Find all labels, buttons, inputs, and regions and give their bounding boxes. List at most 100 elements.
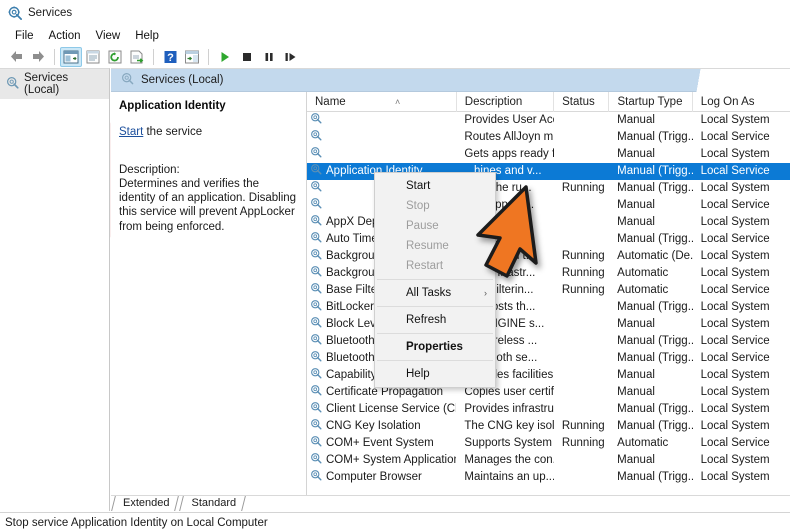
column-header-startup-type[interactable]: Startup Type — [609, 92, 693, 112]
cell-log-on-as: Local System — [700, 386, 770, 398]
ctx-start[interactable]: Start — [375, 176, 495, 196]
results-pane-title: Services (Local) — [141, 74, 224, 86]
service-gear-icon — [310, 316, 322, 333]
cell-startup-type: Manual — [617, 369, 655, 381]
table-row[interactable]: Computer Browser Maintains an up... Manual… — [307, 469, 790, 486]
service-gear-icon — [310, 418, 322, 435]
services-gear-icon — [8, 6, 22, 20]
cell-status — [554, 163, 609, 180]
refresh-icon[interactable] — [104, 47, 126, 67]
restart-service-icon[interactable] — [280, 47, 302, 67]
back-icon[interactable] — [5, 47, 27, 67]
table-row[interactable]: COM+ Event System Supports System ... Runn… — [307, 435, 790, 452]
cell-status — [554, 401, 609, 418]
column-header-status[interactable]: Status — [554, 92, 610, 112]
cell-status — [554, 112, 609, 129]
ctx-pause: Pause — [375, 216, 495, 236]
cell-status: Running — [561, 420, 605, 432]
cell-log-on-as: Local Service — [700, 284, 770, 296]
toolbar: ? — [0, 45, 790, 68]
cell-description: Provides infrastru... — [464, 403, 554, 415]
tab-standard[interactable]: Standard — [179, 496, 246, 511]
cell-startup-type: Manual (Trigg... — [617, 352, 693, 364]
context-menu-separator — [377, 360, 493, 361]
table-row[interactable]: CNG Key Isolation The CNG key isol... Runn… — [307, 418, 790, 435]
ctx-refresh[interactable]: Refresh — [375, 310, 495, 330]
cell-log-on-as: Local System — [700, 403, 770, 415]
tab-extended[interactable]: Extended — [111, 496, 179, 511]
cell-status — [554, 333, 609, 350]
properties-icon[interactable] — [82, 47, 104, 67]
service-name-label: Client License Service (ClipSV... — [326, 403, 456, 415]
cell-status — [554, 367, 609, 384]
menu-action[interactable]: Action — [42, 28, 89, 44]
services-window: riskware.com Services File Action View H… — [0, 0, 790, 532]
cell-log-on-as: Local System — [700, 114, 770, 126]
toolbar-separator-2 — [153, 48, 154, 65]
title-bar: Services — [0, 0, 790, 26]
ctx-help[interactable]: Help — [375, 364, 495, 384]
table-row[interactable]: Provides User Acc... Manual Local System — [307, 112, 790, 129]
cell-name: COM+ Event System — [307, 435, 456, 452]
cell-startup-type: Automatic — [617, 437, 669, 449]
cell-log-on-as: Local System — [700, 267, 770, 279]
service-gear-icon — [310, 350, 322, 367]
service-gear-icon — [310, 180, 322, 197]
cell-startup-type: Manual — [617, 318, 655, 330]
pause-service-icon[interactable] — [258, 47, 280, 67]
help-icon[interactable]: ? — [159, 47, 181, 67]
ctx-all-tasks[interactable]: All Tasks › — [375, 283, 495, 303]
ctx-refresh-label: Refresh — [406, 314, 447, 326]
menu-file[interactable]: File — [8, 28, 42, 44]
cell-status — [554, 197, 609, 214]
forward-icon[interactable] — [27, 47, 49, 67]
column-header-log-on-as[interactable]: Log On As — [693, 92, 790, 112]
submenu-chevron-right-icon: › — [484, 288, 487, 298]
cell-startup-type: Manual — [617, 386, 655, 398]
column-header-name[interactable]: Name ˄ — [307, 92, 457, 112]
table-row[interactable]: Gets apps ready f... Manual Local System — [307, 146, 790, 163]
services-gear-icon — [6, 76, 19, 92]
service-gear-icon — [310, 163, 322, 180]
service-gear-icon — [310, 231, 322, 248]
sort-ascending-icon: ˄ — [395, 96, 401, 107]
cell-log-on-as: Local System — [700, 301, 770, 313]
show-hide-console-tree-icon[interactable] — [60, 46, 82, 67]
ctx-properties[interactable]: Properties — [375, 337, 495, 357]
results-pane-header: Services (Local) — [111, 69, 790, 92]
table-row[interactable]: Routes AllJoyn m... Manual (Trigg... Local… — [307, 129, 790, 146]
export-list-icon[interactable] — [126, 47, 148, 67]
service-name-label: Backgroun — [326, 250, 381, 262]
window-title: Services — [28, 7, 73, 19]
service-gear-icon — [310, 282, 322, 299]
table-row[interactable]: Client License Service (ClipSV... Provide… — [307, 401, 790, 418]
cell-startup-type: Automatic (De... — [617, 250, 693, 262]
ctx-resume-label: Resume — [406, 240, 449, 252]
cell-startup-type: Manual (Trigg... — [617, 471, 693, 483]
menu-help[interactable]: Help — [128, 28, 167, 44]
show-action-pane-icon[interactable] — [181, 47, 203, 67]
cell-description: Gets apps ready f... — [464, 148, 553, 160]
context-menu-separator — [377, 279, 493, 280]
cell-description: Supports System ... — [464, 437, 553, 449]
stop-service-icon[interactable] — [236, 47, 258, 67]
cell-log-on-as: Local System — [700, 420, 770, 432]
console-tree-pane: Services (Local) — [0, 68, 110, 511]
tree-node-services-local[interactable]: Services (Local) — [0, 69, 109, 99]
cell-status: Running — [561, 437, 605, 449]
service-name-label: Auto Time — [326, 233, 378, 245]
cell-startup-type: Automatic — [617, 267, 669, 279]
service-details-panel: Application Identity Start the service D… — [111, 92, 307, 511]
start-service-icon[interactable] — [214, 47, 236, 67]
table-row[interactable]: COM+ System Application Manages the con..… — [307, 452, 790, 469]
menu-view[interactable]: View — [89, 28, 129, 44]
cell-log-on-as: Local System — [700, 148, 770, 160]
cell-log-on-as: Local System — [700, 182, 770, 194]
status-bar-text: Stop service Application Identity on Loc… — [5, 516, 268, 529]
service-action-line: Start the service — [119, 126, 298, 138]
cell-startup-type: Manual (Trigg... — [617, 182, 693, 194]
column-header-description[interactable]: Description — [457, 92, 555, 112]
start-service-link[interactable]: Start — [119, 126, 143, 138]
cell-name — [307, 146, 456, 163]
cell-status: Running — [561, 284, 605, 296]
